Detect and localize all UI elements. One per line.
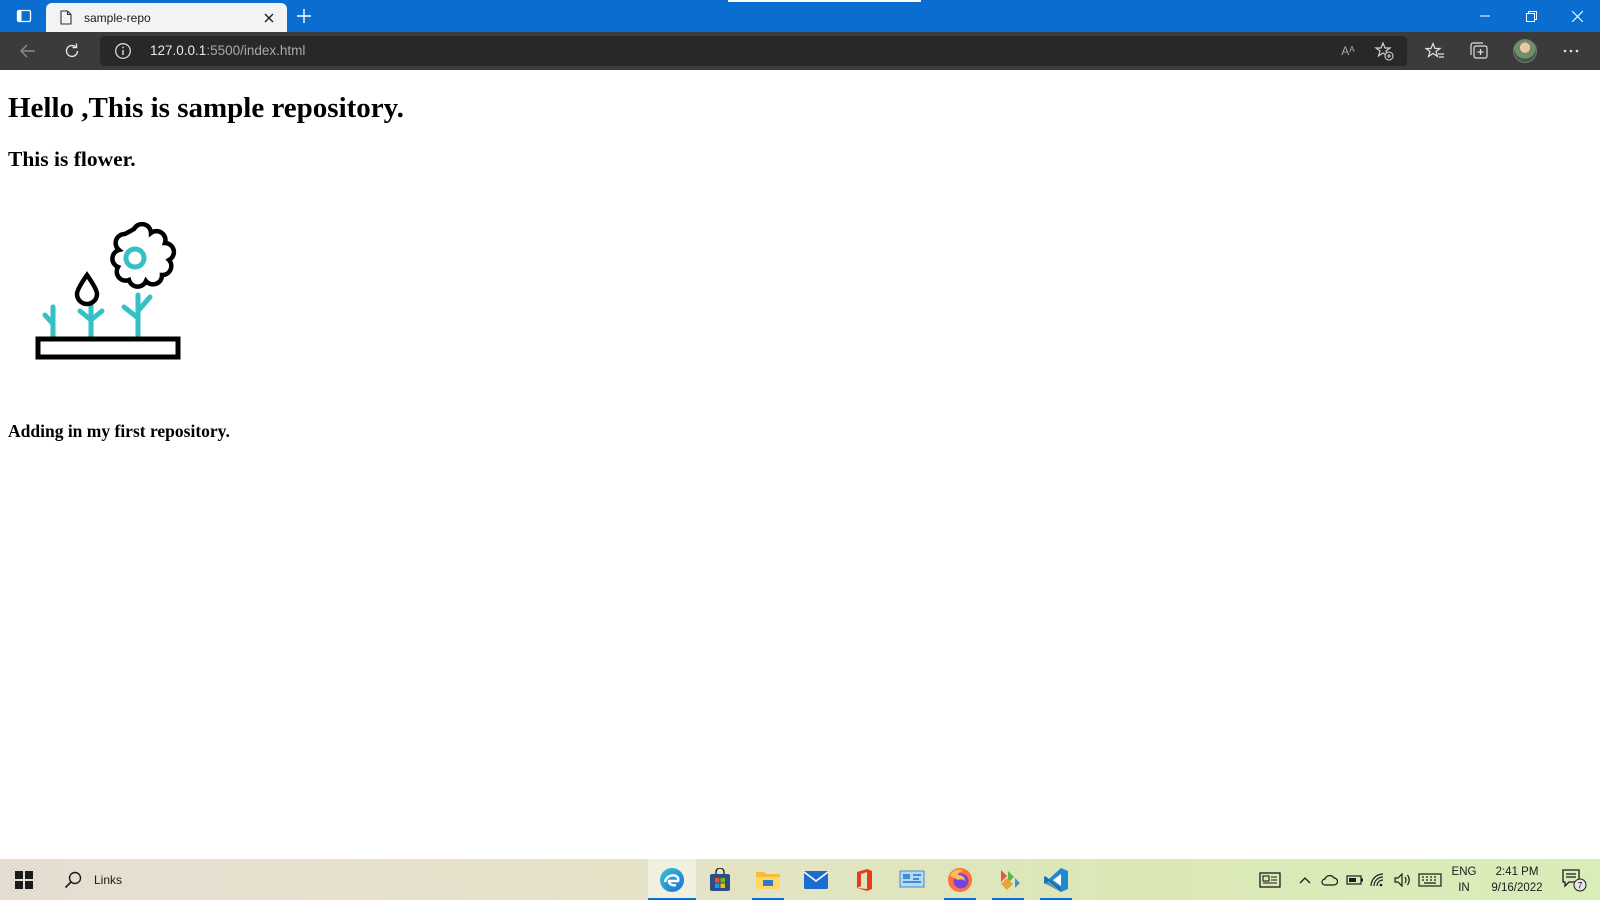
favorites-button[interactable]	[1419, 35, 1451, 67]
language-bottom: IN	[1458, 881, 1470, 894]
tab-actions-icon	[16, 9, 32, 23]
taskbar-search[interactable]: Links	[56, 859, 146, 900]
page-icon	[58, 10, 74, 26]
chevron-up-icon	[1299, 876, 1311, 883]
input-language-button[interactable]: ENG IN	[1448, 859, 1480, 900]
vscode-icon	[1044, 867, 1068, 892]
control-panel-icon	[899, 870, 925, 887]
network-button[interactable]	[1368, 859, 1390, 900]
site-info-icon[interactable]	[114, 42, 132, 60]
restore-button[interactable]	[1508, 0, 1554, 32]
notification-center-button[interactable]: 7	[1556, 859, 1592, 900]
refresh-icon	[65, 43, 79, 58]
wifi-icon	[1370, 872, 1384, 886]
url-host: 127.0.0.1	[150, 43, 207, 58]
clock-button[interactable]: 2:41 PM 9/16/2022	[1484, 859, 1550, 900]
taskbar-mail[interactable]	[792, 859, 840, 900]
taskbar-store[interactable]	[696, 859, 744, 900]
touch-keyboard-button[interactable]	[1416, 859, 1444, 900]
collections-button[interactable]	[1463, 35, 1495, 67]
language-top: ENG	[1451, 865, 1477, 878]
language-code: ENG IN	[1452, 864, 1477, 896]
minimize-button[interactable]	[1462, 0, 1508, 32]
store-icon	[710, 867, 730, 891]
back-button[interactable]	[12, 35, 44, 67]
file-explorer-icon	[756, 871, 780, 889]
restore-icon	[1525, 10, 1537, 22]
taskbar-control-panel[interactable]	[888, 859, 936, 900]
taskbar-office[interactable]	[840, 859, 888, 900]
tab-close-button[interactable]	[257, 6, 281, 30]
page-heading: Hello ,This is sample repository.	[8, 92, 404, 124]
windows-icon	[15, 870, 33, 889]
footer-text: Adding in my first repository.	[8, 421, 230, 441]
taskbar-vscode[interactable]	[1032, 859, 1080, 900]
volume-button[interactable]	[1392, 859, 1414, 900]
read-aloud-button[interactable]: Aᴬ	[1336, 40, 1360, 62]
news-icon	[1259, 871, 1281, 888]
close-icon	[264, 13, 274, 22]
notification-count: 7	[1577, 880, 1582, 890]
taskbar-git[interactable]	[984, 859, 1032, 900]
read-aloud-icon: Aᴬ	[1341, 44, 1355, 58]
favorites-icon	[1425, 42, 1444, 58]
news-button[interactable]	[1256, 859, 1284, 900]
taskbar-file-explorer[interactable]	[744, 859, 792, 900]
taskbar-firefox[interactable]	[936, 859, 984, 900]
edge-icon	[660, 867, 684, 892]
office-icon	[857, 868, 872, 891]
git-icon	[1001, 869, 1020, 890]
browser-titlebar: sample-repo	[0, 0, 1600, 32]
back-arrow-icon	[20, 44, 35, 58]
show-hidden-icons-button[interactable]	[1296, 859, 1314, 900]
profile-button[interactable]	[1509, 35, 1541, 67]
water-drop	[74, 271, 100, 307]
add-favorite-button[interactable]	[1372, 40, 1396, 62]
address-bar[interactable]: 127.0.0.1:5500/index.html Aᴬ	[100, 36, 1407, 66]
collections-icon	[1470, 42, 1488, 59]
taskbar-edge[interactable]	[648, 859, 696, 900]
star-add-icon	[1374, 41, 1394, 61]
more-icon	[1563, 49, 1579, 53]
search-label: Links	[94, 872, 123, 887]
clock: 2:41 PM 9/16/2022	[1491, 864, 1542, 896]
page-content: Hello ,This is sample repository. This i…	[0, 71, 1600, 859]
mail-icon	[803, 870, 829, 889]
clock-date: 9/16/2022	[1491, 881, 1543, 894]
battery-icon	[1346, 874, 1363, 885]
settings-menu-button[interactable]	[1555, 35, 1587, 67]
onedrive-button[interactable]	[1318, 859, 1340, 900]
taskbar: Links ENG IN 2:41 PM 9/16/2022 7	[0, 859, 1600, 900]
browser-toolbar: 127.0.0.1:5500/index.html Aᴬ	[0, 32, 1600, 70]
minimize-icon	[1480, 15, 1490, 17]
url-path: :5500/index.html	[206, 43, 306, 58]
drag-indicator	[728, 0, 921, 2]
keyboard-icon	[1418, 872, 1442, 887]
start-button[interactable]	[6, 859, 42, 900]
tab-title: sample-repo	[84, 10, 151, 25]
url-text: 127.0.0.1:5500/index.html	[150, 43, 305, 58]
clock-time: 2:41 PM	[1495, 865, 1539, 878]
plus-icon	[297, 9, 311, 23]
firefox-icon	[948, 867, 972, 892]
refresh-button[interactable]	[56, 35, 88, 67]
page-subheading: This is flower.	[8, 147, 136, 171]
new-tab-button[interactable]	[290, 4, 318, 28]
speaker-icon	[1394, 872, 1410, 887]
close-window-button[interactable]	[1554, 0, 1600, 32]
search-icon	[64, 871, 82, 888]
tab-actions-button[interactable]	[8, 4, 40, 28]
notification-icon: 7	[1562, 868, 1587, 891]
avatar	[1513, 39, 1537, 63]
planter-box	[35, 336, 181, 360]
flower-illustration	[35, 221, 181, 360]
close-icon	[1571, 10, 1583, 22]
cloud-icon	[1321, 874, 1338, 886]
tab-sample-repo[interactable]: sample-repo	[46, 3, 287, 32]
battery-button[interactable]	[1344, 859, 1366, 900]
